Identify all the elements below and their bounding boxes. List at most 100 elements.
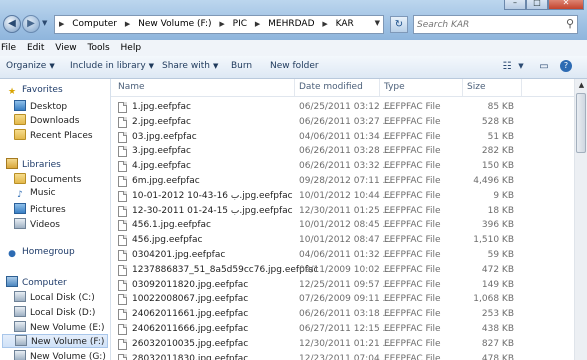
sidebar-drive-d[interactable]: Local Disk (D:) <box>14 306 95 320</box>
file-name: 2.jpg.eefpfac <box>132 116 191 127</box>
column-divider[interactable] <box>462 79 463 96</box>
breadcrumb-root-arrow-icon[interactable]: ▶ <box>59 20 64 28</box>
column-date-modified[interactable]: Date modified <box>299 82 363 92</box>
refresh-button[interactable]: ↻ <box>390 16 408 33</box>
column-divider[interactable] <box>521 79 522 96</box>
file-row[interactable]: 456.jpg.eefpfac 10/01/2012 08:47 ... EEFPF… <box>111 233 574 248</box>
organize-button[interactable]: Organize ▼ <box>6 61 55 71</box>
file-row[interactable]: 1237886837_51_8a5d59cc76.jpg.eefpfac 09/1… <box>111 263 574 278</box>
menu-view[interactable]: View <box>54 40 80 53</box>
menu-tools[interactable]: Tools <box>86 40 113 53</box>
file-icon <box>118 176 127 187</box>
address-dropdown-icon[interactable]: ▼ <box>375 19 380 27</box>
file-row[interactable]: 1.jpg.eefpfac 06/25/2011 03:12 ... EEFPFAC… <box>111 100 574 115</box>
window-controls: – □ ✕ <box>504 0 584 10</box>
file-row[interactable]: 4.jpg.eefpfac 06/26/2011 03:32 ... EEFPFAC… <box>111 159 574 174</box>
sidebar-music[interactable]: ♪ Music <box>14 188 56 202</box>
view-dropdown-icon[interactable]: ▼ <box>514 60 528 73</box>
file-type: EEFPFAC File <box>384 102 441 112</box>
breadcrumb-separator-icon[interactable]: ▶ <box>322 20 327 28</box>
sidebar-drive-f[interactable]: New Volume (F:) <box>2 334 108 348</box>
help-icon[interactable]: ? <box>560 60 572 72</box>
sidebar-videos[interactable]: Videos <box>14 218 60 232</box>
file-row[interactable]: 6m.jpg.eefpfac 09/28/2012 07:11 ... EEFPFA… <box>111 174 574 189</box>
column-header-row: Name Date modified Type Size <box>111 79 574 97</box>
file-size: 396 KB <box>481 220 514 231</box>
recent-pages-dropdown[interactable]: ▼ <box>42 19 50 29</box>
sidebar-homegroup[interactable]: ● Homegroup <box>6 247 75 261</box>
breadcrumb-computer[interactable]: Computer <box>72 19 117 29</box>
breadcrumb-separator-icon[interactable]: ▶ <box>219 20 224 28</box>
sidebar-recent-places[interactable]: Recent Places <box>14 129 93 143</box>
file-name: 10-01-2012 10-43-16 ب.jpg.eefpfac <box>132 190 293 201</box>
sidebar-drive-g[interactable]: New Volume (G:) <box>14 350 106 360</box>
file-type: EEFPFAC File <box>384 146 441 157</box>
menu-help[interactable]: Help <box>120 40 146 53</box>
column-divider[interactable] <box>294 79 295 96</box>
sidebar-music-label: Music <box>30 188 56 198</box>
search-icon[interactable]: ⚲ <box>566 17 574 30</box>
file-row[interactable]: 12-30-2011 01-24-15 ب.jpg.eefpfac 12/30/2… <box>111 204 574 219</box>
minimize-button[interactable]: – <box>504 0 526 10</box>
scroll-up-icon[interactable]: ▲ <box>575 79 587 92</box>
file-row[interactable]: 10022008067.jpg.eefpfac 07/26/2009 09:11 … <box>111 292 574 307</box>
scroll-thumb[interactable] <box>576 93 586 153</box>
file-row[interactable]: 03.jpg.eefpfac 04/06/2011 01:34 ... EEFPFA… <box>111 130 574 145</box>
file-row[interactable]: 10-01-2012 10-43-16 ب.jpg.eefpfac 10/01/2… <box>111 189 574 204</box>
file-size: 1,510 KB <box>473 235 514 246</box>
recent-places-icon <box>14 129 26 140</box>
burn-button[interactable]: Burn <box>231 61 252 71</box>
breadcrumb-separator-icon[interactable]: ▶ <box>125 20 130 28</box>
view-options-icon[interactable]: ☷ <box>500 60 514 73</box>
file-size: 18 KB <box>487 205 514 216</box>
star-icon: ★ <box>7 87 17 97</box>
share-with-button[interactable]: Share with ▼ <box>162 61 218 71</box>
file-date: 04/06/2011 01:32 ... <box>299 250 392 260</box>
column-name[interactable]: Name <box>118 82 145 92</box>
file-row[interactable]: 0304201.jpg.eefpfac 04/06/2011 01:32 ... E… <box>111 248 574 263</box>
breadcrumb-pic[interactable]: PIC <box>233 19 247 29</box>
file-row[interactable]: 24062011661.jpg.eefpfac 06/26/2011 03:18 … <box>111 307 574 322</box>
sidebar-pictures[interactable]: Pictures <box>14 203 66 217</box>
file-row[interactable]: 24062011666.jpg.eefpfac 06/27/2011 12:15 … <box>111 322 574 337</box>
file-row[interactable]: 456.1.jpg.eefpfac 10/01/2012 08:45 ... EEF… <box>111 218 574 233</box>
file-size: 478 KB <box>481 353 514 360</box>
sidebar-computer[interactable]: Computer <box>6 276 67 290</box>
preview-pane-icon[interactable]: ▭ <box>537 60 551 73</box>
file-row[interactable]: 28032011830.jpg.eefpfac 12/23/2011 07:04 … <box>111 352 574 360</box>
menu-file[interactable]: File <box>0 40 20 53</box>
search-box[interactable]: ⚲ <box>413 15 578 34</box>
address-field[interactable]: ▶ Computer ▶ New Volume (F:) ▶ PIC ▶ MEH… <box>54 15 384 34</box>
sidebar-desktop[interactable]: Desktop <box>14 100 67 114</box>
vertical-scrollbar[interactable]: ▲ <box>574 79 587 360</box>
breadcrumb-kar[interactable]: KAR <box>336 19 354 29</box>
file-row[interactable]: 26032010035.jpg.eefpfac 12/30/2011 01:21 … <box>111 337 574 352</box>
forward-button[interactable]: ▶ <box>22 15 40 33</box>
include-in-library-button[interactable]: Include in library ▼ <box>70 61 154 71</box>
sidebar-drive-c[interactable]: Local Disk (C:) <box>14 291 95 305</box>
sidebar-favorites[interactable]: ★ Favorites <box>6 85 63 99</box>
breadcrumb-mehrdad[interactable]: MEHRDAD <box>268 19 314 29</box>
file-icon <box>118 250 127 261</box>
file-type: EEFPFAC File <box>384 279 441 290</box>
menu-edit[interactable]: Edit <box>26 40 48 53</box>
breadcrumb-new-volume-f[interactable]: New Volume (F:) <box>138 19 211 29</box>
back-button[interactable]: ◀ <box>3 15 21 33</box>
column-type[interactable]: Type <box>384 82 405 92</box>
sidebar-libraries[interactable]: Libraries <box>6 158 61 172</box>
sidebar-documents[interactable]: Documents <box>14 173 81 187</box>
close-button[interactable]: ✕ <box>548 0 584 10</box>
sidebar-downloads[interactable]: Downloads <box>14 114 79 128</box>
file-size: 149 KB <box>481 279 514 290</box>
maximize-button[interactable]: □ <box>526 0 548 10</box>
breadcrumb-separator-icon[interactable]: ▶ <box>255 20 260 28</box>
file-date: 06/26/2011 03:18 ... <box>299 309 392 320</box>
column-size[interactable]: Size <box>467 82 485 92</box>
new-folder-button[interactable]: New folder <box>270 61 319 71</box>
search-input[interactable] <box>414 16 560 33</box>
file-row[interactable]: 2.jpg.eefpfac 06/26/2011 03:27 ... EEFPFAC… <box>111 115 574 130</box>
column-divider[interactable] <box>379 79 380 96</box>
sidebar-drive-e[interactable]: New Volume (E:) <box>14 321 105 335</box>
file-row[interactable]: 3.jpg.eefpfac 06/26/2011 03:28 ... EEFPFAC… <box>111 144 574 159</box>
file-row[interactable]: 03092011820.jpg.eefpfac 12/25/2011 09:57 … <box>111 278 574 293</box>
